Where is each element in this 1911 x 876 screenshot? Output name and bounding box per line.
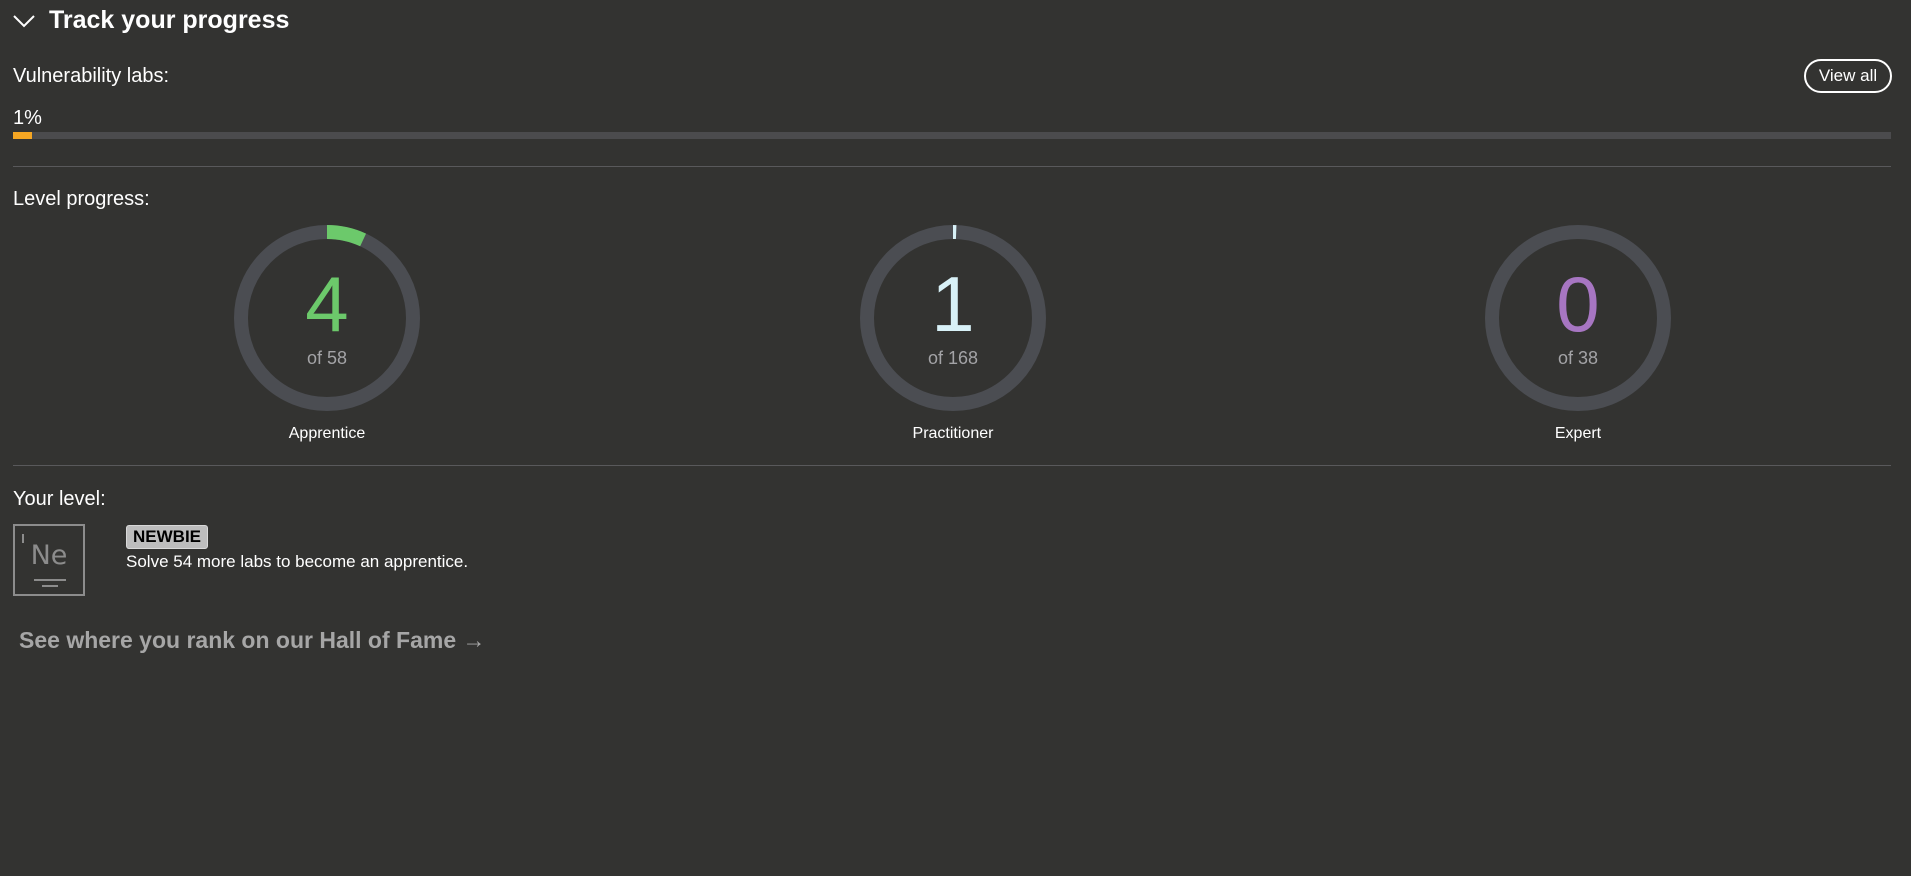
section-toggle[interactable]: Track your progress [13, 6, 289, 35]
badge-line [42, 585, 58, 587]
vulnerability-labs-progress-bar [13, 132, 1891, 139]
section-title: Track your progress [49, 6, 290, 34]
divider [13, 465, 1891, 466]
level-progress-label: Level progress: [13, 188, 150, 210]
badge-symbol: Ne [30, 540, 68, 571]
expert-solved-count: 0 [1556, 260, 1600, 348]
apprentice-label: Apprentice [288, 425, 366, 442]
expert-total-count: of 38 [1557, 348, 1599, 368]
badge-line [34, 579, 66, 581]
divider [13, 166, 1891, 167]
level-description: Solve 54 more labs to become an apprenti… [126, 552, 469, 571]
level-badge-icon: Ne [13, 524, 85, 596]
apprentice-solved-count: 4 [305, 260, 349, 348]
practitioner-label: Practitioner [912, 425, 994, 442]
level-name-badge: NEWBIE [126, 525, 208, 549]
view-all-button[interactable]: View all [1804, 59, 1892, 93]
chevron-down-icon [13, 14, 35, 27]
vulnerability-labs-percent: 1% [13, 107, 42, 129]
vulnerability-labs-label: Vulnerability labs: [13, 65, 170, 87]
apprentice-total-count: of 58 [306, 348, 348, 368]
your-level-label: Your level: [13, 488, 106, 510]
hall-of-fame-link[interactable]: See where you rank on our Hall of Fame → [19, 627, 486, 654]
practitioner-progress-ring: 1 of 168 [858, 223, 1048, 413]
practitioner-total-count: of 168 [927, 348, 979, 368]
expert-label: Expert [1554, 425, 1602, 442]
apprentice-progress-ring: 4 of 58 [232, 223, 422, 413]
practitioner-solved-count: 1 [931, 260, 975, 348]
expert-progress-ring: 0 of 38 [1483, 223, 1673, 413]
track-progress-panel: Track your progress Vulnerability labs: … [0, 0, 1911, 876]
progress-bar-fill [13, 132, 32, 139]
